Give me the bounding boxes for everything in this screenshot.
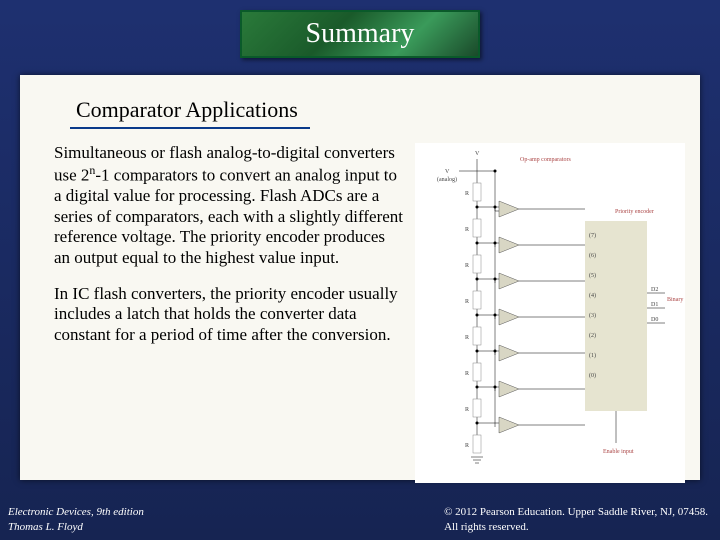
- svg-text:R: R: [465, 299, 469, 305]
- svg-text:R: R: [465, 191, 469, 197]
- encoder-label: Priority encoder: [615, 209, 654, 215]
- vref-label: V: [475, 151, 480, 157]
- footer-right-line2: All rights reserved.: [444, 520, 708, 534]
- text-column: Simultaneous or flash analog-to-digital …: [40, 143, 405, 483]
- svg-text:R: R: [465, 407, 469, 413]
- svg-text:R: R: [465, 227, 469, 233]
- footer-left-line2: Thomas L. Floyd: [8, 520, 144, 534]
- title-banner: Summary: [240, 10, 480, 58]
- ladder: R R: [465, 170, 585, 464]
- paragraph-2: In IC flash converters, the priority enc…: [54, 284, 405, 345]
- svg-text:R: R: [465, 335, 469, 341]
- diagram-svg: V V (analog) Op-amp comparators Priority…: [415, 143, 685, 483]
- svg-text:(6): (6): [589, 252, 596, 259]
- footer-right: © 2012 Pearson Education. Upper Saddle R…: [444, 505, 708, 534]
- svg-text:(4): (4): [589, 292, 596, 299]
- svg-text:R: R: [465, 443, 469, 449]
- analog-label: (analog): [437, 176, 457, 183]
- svg-text:(5): (5): [589, 272, 596, 279]
- section-title-box: Comparator Applications: [70, 93, 310, 129]
- footer-right-line1: © 2012 Pearson Education. Upper Saddle R…: [444, 505, 708, 519]
- footer-left-line1: Electronic Devices, 9th edition: [8, 505, 144, 519]
- svg-text:(2): (2): [589, 332, 596, 339]
- svg-text:R: R: [465, 371, 469, 377]
- content-area: Comparator Applications Simultaneous or …: [20, 75, 700, 480]
- title-text: Summary: [306, 18, 415, 50]
- svg-text:D1: D1: [651, 302, 658, 308]
- svg-text:Enable input: Enable input: [603, 449, 634, 455]
- svg-text:D0: D0: [651, 317, 658, 323]
- svg-text:D2: D2: [651, 287, 658, 293]
- svg-text:(3): (3): [589, 312, 596, 319]
- section-title: Comparator Applications: [76, 97, 298, 122]
- body-row: Simultaneous or flash analog-to-digital …: [40, 143, 690, 483]
- svg-text:(0): (0): [589, 372, 596, 379]
- svg-text:(1): (1): [589, 352, 596, 359]
- opamp-label: Op-amp comparators: [520, 157, 571, 163]
- svg-text:Binary output: Binary output: [667, 297, 685, 303]
- paragraph-1: Simultaneous or flash analog-to-digital …: [54, 143, 405, 268]
- vin-label: V: [445, 169, 450, 175]
- footer-left: Electronic Devices, 9th edition Thomas L…: [8, 505, 144, 534]
- svg-text:(7): (7): [589, 232, 596, 239]
- p1-part-b: -1 comparators to convert an analog inpu…: [54, 166, 403, 267]
- flash-adc-diagram: V V (analog) Op-amp comparators Priority…: [415, 143, 685, 483]
- svg-text:R: R: [465, 263, 469, 269]
